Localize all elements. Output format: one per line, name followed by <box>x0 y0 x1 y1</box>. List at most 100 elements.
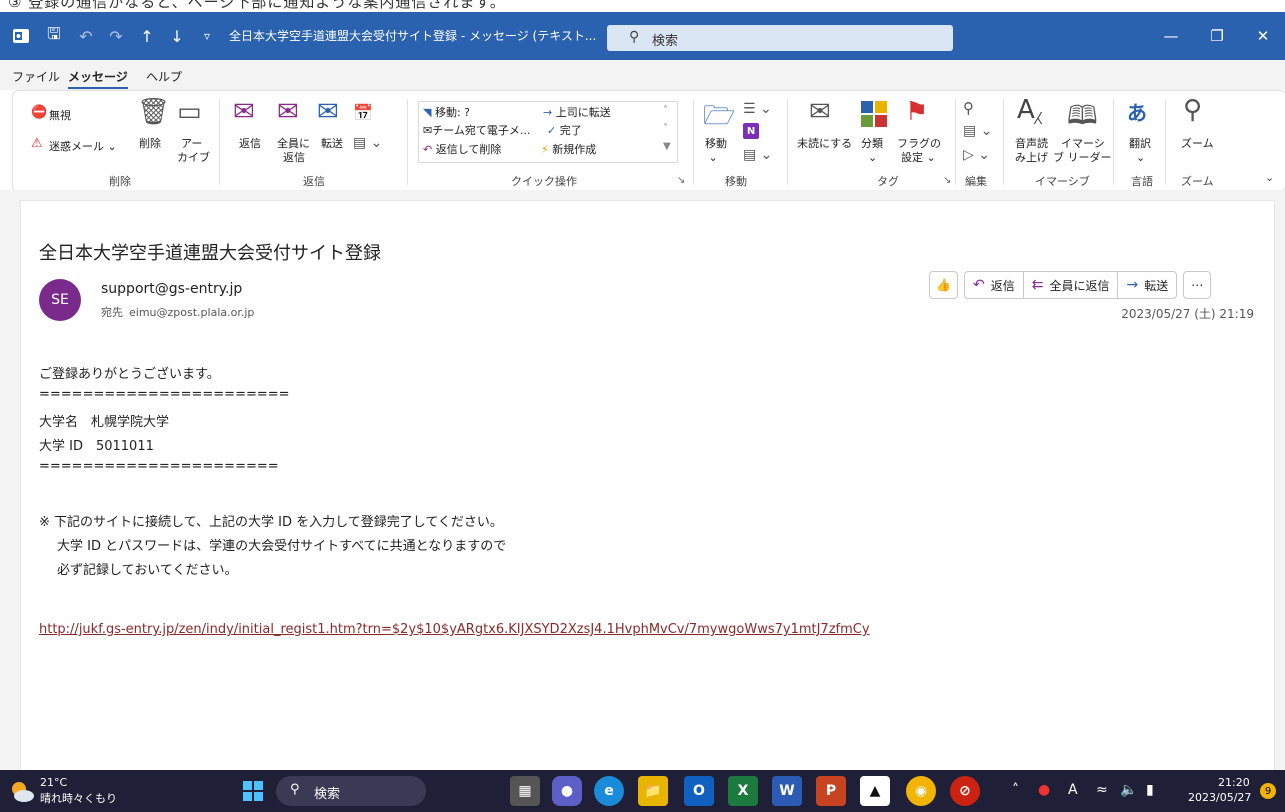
ignore-button[interactable]: 無視 <box>49 107 71 123</box>
meeting-icon[interactable]: 📅 <box>353 103 373 122</box>
quick-steps-launcher-icon[interactable]: ↘ <box>677 175 685 186</box>
minimize-button[interactable]: — <box>1148 12 1194 60</box>
qs-move[interactable]: ◥ 移動: ? <box>423 104 470 120</box>
ribbon-separator <box>1165 99 1166 185</box>
tags-group-label: タグ <box>877 175 899 188</box>
next-item-icon[interactable]: ↓ <box>164 12 190 60</box>
related-icon[interactable]: ▤ ⌄ <box>963 123 992 139</box>
redo-icon[interactable]: ↷ <box>102 12 130 60</box>
ime-icon[interactable]: A <box>1068 782 1078 798</box>
search-input[interactable]: ⚲ 検索 <box>607 25 953 51</box>
categorize-button[interactable]: 分類 ⌄ <box>861 135 883 164</box>
menu-file[interactable]: ファイル <box>12 68 60 85</box>
more-icon: ⋯ <box>1191 278 1204 292</box>
menu-help[interactable]: ヘルプ <box>146 68 182 85</box>
clock-time[interactable]: 21:20 <box>1218 776 1250 789</box>
word-icon[interactable]: W <box>772 776 802 806</box>
gallery-up-icon[interactable]: ˄ <box>663 105 668 116</box>
clock-date[interactable]: 2023/05/27 <box>1188 791 1251 804</box>
previous-item-icon[interactable]: ↑ <box>134 12 160 60</box>
language-group-label: 言語 <box>1131 175 1153 188</box>
onenote-icon[interactable]: N <box>743 123 759 139</box>
ribbon-separator <box>1113 99 1114 185</box>
actions-icon[interactable]: ▤ ⌄ <box>743 147 772 163</box>
save-icon[interactable]: 🖫 <box>40 12 68 60</box>
qs-done[interactable]: ✓ 完了 <box>547 122 582 138</box>
weather-desc[interactable]: 晴れ時々くもり <box>40 790 117 806</box>
move-group-label: 移動 <box>725 175 747 188</box>
tags-launcher-icon[interactable]: ↘ <box>943 175 951 186</box>
translate-button[interactable]: 翻訳 ⌄ <box>1129 135 1151 164</box>
delete-button[interactable]: 削除 <box>139 135 161 151</box>
rules-icon[interactable]: ☰ ⌄ <box>743 101 772 117</box>
body-note: 必ず記録しておいてください。 <box>57 563 238 578</box>
archive-button-line2[interactable]: カイブ <box>177 149 210 165</box>
like-button[interactable]: 👍 <box>929 271 958 299</box>
sender-address[interactable]: support@gs-entry.jp <box>101 281 242 297</box>
zoom-button[interactable]: ズーム <box>1181 135 1214 151</box>
ribbon-collapse-icon[interactable]: ⌄ <box>1265 171 1274 184</box>
thumbs-up-icon: 👍 <box>936 278 951 292</box>
reply-button[interactable]: ↶ 返信 <box>963 271 1023 299</box>
edge-icon[interactable]: e <box>594 776 624 806</box>
wifi-icon[interactable]: ≈ <box>1096 782 1108 798</box>
weather-icon[interactable] <box>8 778 36 806</box>
ribbon: ⛔ 無視 ⚠ 迷惑メール ⌄ 🗑 削除 ▭ アー カイブ 削除 ✉ 返信 ✉ 全… <box>12 90 1285 192</box>
recipient-address[interactable]: eimu@zpost.plala.or.jp <box>129 306 254 319</box>
move-button[interactable]: 移動 ⌄ <box>705 135 727 164</box>
notification-badge[interactable]: 9 <box>1260 783 1276 799</box>
menu-message[interactable]: メッセージ <box>68 68 128 89</box>
qs-reply-delete[interactable]: ↶ 返信して削除 <box>423 141 501 157</box>
message-card: 全日本大学空手道連盟大会受付サイト登録 SE support@gs-entry.… <box>20 200 1275 772</box>
ribbon-separator <box>693 99 694 185</box>
qs-team-email[interactable]: ✉チーム宛て電子メ... <box>423 122 530 138</box>
mail-icon: ✉ <box>423 124 433 137</box>
registration-link[interactable]: http://jukf.gs-entry.jp/zen/indy/initial… <box>39 622 870 637</box>
close-button[interactable]: ✕ <box>1240 12 1285 60</box>
outlook-taskbar-icon[interactable]: O <box>684 776 714 806</box>
task-view-icon[interactable]: ▦ <box>510 776 540 806</box>
flag-button-line2[interactable]: 設定 ⌄ <box>901 149 936 165</box>
security-app-icon[interactable]: ⊘ <box>950 776 980 806</box>
app-icon[interactable]: ▲ <box>860 776 890 806</box>
battery-icon[interactable]: ▮ <box>1146 782 1154 798</box>
qs-create-new[interactable]: ⚡ 新規作成 <box>541 141 596 157</box>
avatar[interactable]: SE <box>39 279 81 321</box>
ribbon-separator <box>407 99 408 185</box>
junk-button[interactable]: 迷惑メール ⌄ <box>49 138 117 154</box>
forward-button[interactable]: 転送 <box>321 135 343 151</box>
forward-button[interactable]: → 転送 <box>1117 271 1178 299</box>
restore-button[interactable]: ❐ <box>1194 12 1240 60</box>
undo-icon[interactable]: ↶ <box>72 12 100 60</box>
outlook-icon[interactable] <box>8 12 34 60</box>
edit-group-label: 編集 <box>965 175 987 188</box>
find-icon[interactable]: ⚲ <box>963 99 974 117</box>
chrome-icon[interactable]: ◉ <box>906 776 936 806</box>
ribbon-separator <box>787 99 788 185</box>
mark-unread-button[interactable]: 未読にする <box>797 135 852 151</box>
read-aloud-icon: A⁁ <box>1017 95 1042 125</box>
file-explorer-icon[interactable]: 📁 <box>638 776 668 806</box>
more-actions-button[interactable]: ⋯ <box>1183 271 1212 299</box>
reply-all-button-line2[interactable]: 返信 <box>283 149 305 165</box>
taskbar-search[interactable]: ⚲ 検索 <box>276 776 426 806</box>
select-icon[interactable]: ▷ ⌄ <box>963 147 990 163</box>
gallery-more-icon[interactable]: ▼ <box>663 141 671 152</box>
qs-to-manager[interactable]: → 上司に転送 <box>543 104 611 120</box>
tray-app-icon[interactable]: ● <box>1038 782 1050 798</box>
weather-temp[interactable]: 21°C <box>40 776 67 789</box>
reply-all-button[interactable]: ⇇ 全員に返信 <box>1022 271 1118 299</box>
start-icon[interactable] <box>238 776 268 806</box>
show-hidden-icons-icon[interactable]: ˄ <box>1012 782 1019 798</box>
customize-toolbar-icon[interactable]: ▿ <box>196 12 218 60</box>
reply-button[interactable]: 返信 <box>239 135 261 151</box>
reply-all-icon: ⇇ <box>1031 277 1044 293</box>
excel-icon[interactable]: X <box>728 776 758 806</box>
gallery-down-icon[interactable]: ˅ <box>663 123 668 134</box>
powerpoint-icon[interactable]: P <box>816 776 846 806</box>
read-aloud-button-line2[interactable]: み上げ <box>1015 149 1048 165</box>
more-respond-icon[interactable]: ▤ ⌄ <box>353 135 382 151</box>
volume-icon[interactable]: 🔈 <box>1120 782 1137 798</box>
immersive-reader-button-line2[interactable]: ブ リーダー <box>1053 149 1112 165</box>
teams-chat-icon[interactable]: ● <box>552 776 582 806</box>
